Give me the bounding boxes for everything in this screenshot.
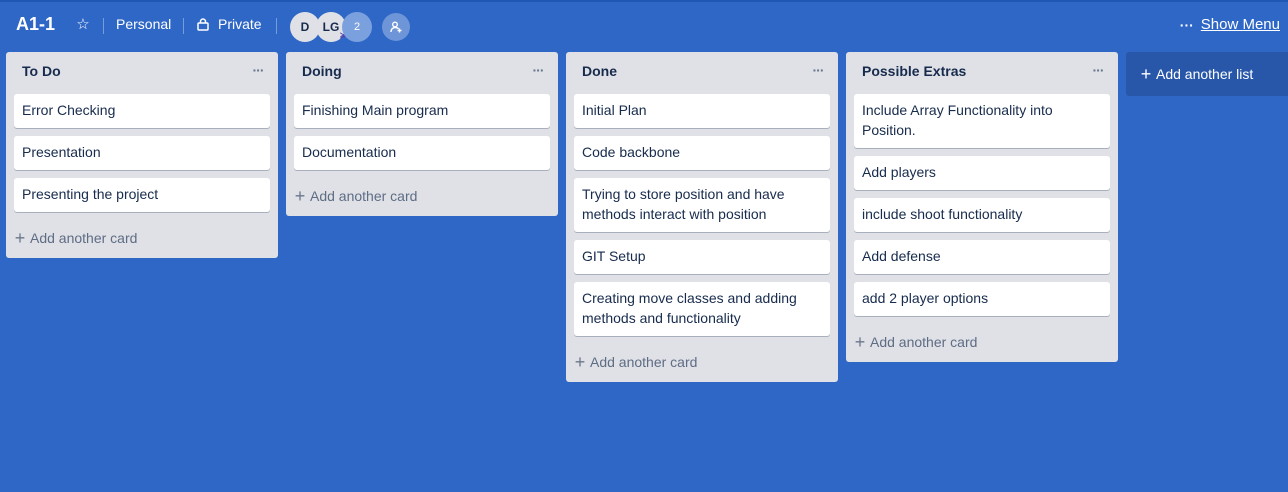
card[interactable]: Error Checking: [14, 94, 270, 128]
add-card-label: Add another card: [30, 230, 138, 246]
star-icon[interactable]: ☆: [74, 16, 92, 34]
add-member-icon: [390, 21, 402, 33]
card[interactable]: Documentation: [294, 136, 550, 170]
list-done: Done ··· Initial Plan Code backbone Tryi…: [566, 52, 838, 382]
card[interactable]: include shoot functionality: [854, 198, 1110, 232]
card[interactable]: Code backbone: [574, 136, 830, 170]
list-menu-icon[interactable]: ···: [528, 62, 548, 80]
card[interactable]: GIT Setup: [574, 240, 830, 274]
more-members-count: 2: [353, 21, 361, 33]
list-title[interactable]: Possible Extras: [862, 63, 966, 79]
list-title[interactable]: Done: [582, 63, 617, 79]
divider: [276, 18, 277, 34]
add-list-button[interactable]: + Add another list: [1126, 52, 1288, 96]
divider: [103, 18, 104, 34]
list-menu-icon[interactable]: ···: [1088, 62, 1108, 80]
member-initials: D: [300, 20, 310, 34]
list-possible-extras: Possible Extras ··· Include Array Functi…: [846, 52, 1118, 362]
card[interactable]: Initial Plan: [574, 94, 830, 128]
list-title[interactable]: To Do: [22, 63, 61, 79]
list-doing: Doing ··· Finishing Main program Documen…: [286, 52, 558, 216]
show-menu-button[interactable]: ··· Show Menu: [1179, 16, 1280, 33]
add-card-button[interactable]: + Add another card: [286, 178, 558, 216]
visibility-button[interactable]: Private: [196, 16, 262, 32]
more-members-button[interactable]: 2: [342, 12, 372, 42]
card[interactable]: Finishing Main program: [294, 94, 550, 128]
plus-icon: +: [854, 332, 866, 352]
plus-icon: +: [294, 186, 306, 206]
add-card-button[interactable]: + Add another card: [846, 324, 1118, 362]
more-icon: ···: [1179, 16, 1194, 33]
list-header: To Do ···: [6, 52, 278, 90]
team-button[interactable]: Personal: [116, 16, 171, 32]
card[interactable]: Add players: [854, 156, 1110, 190]
list-title[interactable]: Doing: [302, 63, 342, 79]
divider: [183, 18, 184, 34]
card[interactable]: Creating move classes and adding methods…: [574, 282, 830, 336]
card[interactable]: Presenting the project: [14, 178, 270, 212]
card[interactable]: add 2 player options: [854, 282, 1110, 316]
list-menu-icon[interactable]: ···: [248, 62, 268, 80]
visibility-label: Private: [218, 16, 262, 32]
show-menu-label: Show Menu: [1200, 16, 1280, 33]
add-list-label: Add another list: [1156, 66, 1254, 82]
list-header: Doing ···: [286, 52, 558, 90]
list-menu-icon[interactable]: ···: [808, 62, 828, 80]
card[interactable]: Presentation: [14, 136, 270, 170]
add-card-label: Add another card: [590, 354, 698, 370]
list-header: Possible Extras ···: [846, 52, 1118, 90]
card[interactable]: Trying to store position and have method…: [574, 178, 830, 232]
invite-button[interactable]: [382, 13, 410, 41]
card[interactable]: Add defense: [854, 240, 1110, 274]
plus-icon: +: [1140, 64, 1152, 84]
lock-icon: [197, 18, 209, 31]
add-card-button[interactable]: + Add another card: [566, 344, 838, 382]
member-initials: LG: [322, 20, 340, 34]
board-header: A1-1 ☆ Personal Private D LG ≽ 2 ··· Sho…: [0, 2, 1288, 50]
add-card-label: Add another card: [870, 334, 978, 350]
list-to-do: To Do ··· Error Checking Presentation Pr…: [6, 52, 278, 258]
add-card-label: Add another card: [310, 188, 418, 204]
board-title[interactable]: A1-1: [16, 14, 55, 35]
plus-icon: +: [574, 352, 586, 372]
card[interactable]: Include Array Functionality into Positio…: [854, 94, 1110, 148]
list-header: Done ···: [566, 52, 838, 90]
plus-icon: +: [14, 228, 26, 248]
add-card-button[interactable]: + Add another card: [6, 220, 278, 258]
